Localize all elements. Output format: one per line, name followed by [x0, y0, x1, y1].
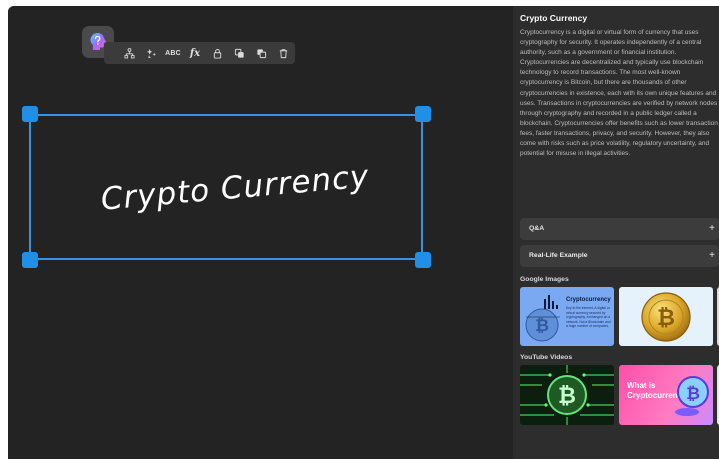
youtube-videos-heading: YouTube Videos [520, 354, 573, 361]
lock-icon [213, 48, 221, 59]
layer-back-icon [256, 48, 266, 58]
hierarchy-icon [124, 47, 134, 58]
coin-stack-graphic: ₿ [675, 376, 709, 416]
real-life-example-label: Real-Life Example [529, 252, 588, 259]
real-life-example-accordion[interactable]: Real-Life Example + [520, 245, 719, 267]
gold-bitcoin-coin-image: ₿ [641, 292, 691, 342]
google-image-thumbnail-2[interactable]: ₿ [619, 287, 713, 346]
qa-accordion[interactable]: Q&A + [520, 218, 719, 240]
info-panel: Crypto Currency Cryptocurrency is a digi… [513, 6, 719, 459]
svg-text:₿: ₿ [558, 384, 576, 409]
lock-button[interactable] [206, 42, 228, 64]
google-image-1-text: Key to the internet. A digital or virtua… [566, 306, 611, 329]
ai-magic-button[interactable] [140, 42, 162, 64]
google-images-heading: Google Images [520, 276, 569, 283]
trash-icon [279, 48, 287, 58]
send-backward-button[interactable] [250, 42, 272, 64]
formula-button[interactable]: fx [184, 42, 206, 64]
youtube-video-thumbnail-1[interactable]: ₿ [520, 365, 614, 425]
resize-handle-bottom-left[interactable] [22, 252, 38, 268]
fx-icon: fx [189, 47, 201, 59]
handwritten-text-label: Crypto Currency [99, 158, 370, 217]
svg-text:₿: ₿ [657, 306, 675, 331]
canvas-area[interactable]: ABC fx Crypto Currency [8, 6, 513, 459]
resize-handle-top-left[interactable] [22, 106, 38, 122]
sparkle-icon [146, 48, 156, 58]
svg-text:₿: ₿ [686, 384, 700, 404]
google-image-thumbnail-1[interactable]: ₿ Cryptocurrency Key to the internet. A … [520, 287, 614, 346]
resize-handle-bottom-right[interactable] [415, 252, 431, 268]
green-bitcoin-circuit-image: ₿ [520, 365, 614, 425]
abc-icon: ABC [165, 49, 181, 57]
split-node-button[interactable] [118, 42, 140, 64]
google-image-1-title: Cryptocurrency [566, 297, 611, 303]
handwritten-text: Crypto Currency [99, 158, 370, 217]
spellcheck-button[interactable]: ABC [162, 42, 184, 64]
bitcoin-chart-graphic: ₿ [525, 295, 560, 342]
qa-label: Q&A [529, 225, 545, 232]
layer-front-icon [234, 48, 244, 58]
delete-button[interactable] [272, 42, 294, 64]
panel-description: Cryptocurrency is a digital or virtual f… [520, 29, 718, 158]
plus-icon: + [709, 223, 715, 234]
svg-text:₿: ₿ [535, 316, 549, 336]
youtube-video-2-title: What is Cryptocurrency? [627, 381, 692, 400]
resize-handle-top-right[interactable] [415, 106, 431, 122]
youtube-video-thumbnail-2[interactable]: What is Cryptocurrency? ₿ [619, 365, 713, 425]
floating-toolbar: ABC fx [104, 42, 295, 64]
panel-title: Crypto Currency [520, 13, 588, 23]
app-window: ABC fx Crypto Currency Crypto Currency C… [8, 6, 719, 459]
plus-icon: + [709, 250, 715, 261]
bring-forward-button[interactable] [228, 42, 250, 64]
